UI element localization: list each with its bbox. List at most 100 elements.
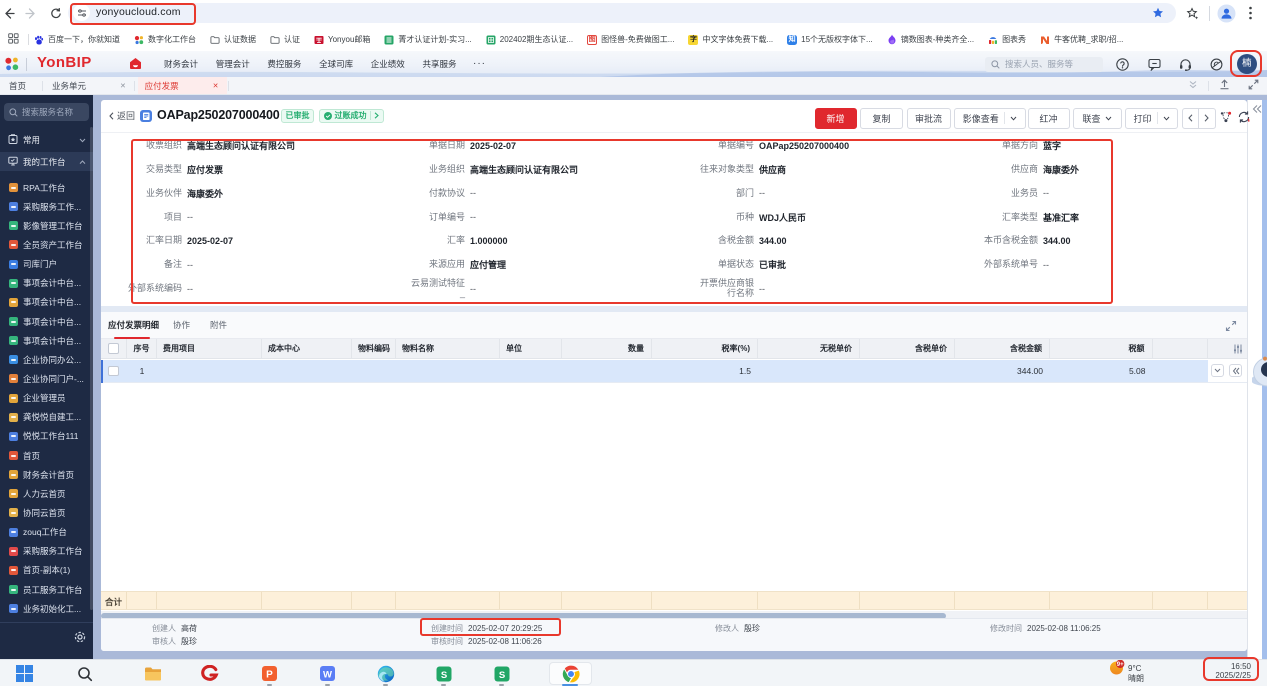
add-button[interactable]: 新增 [814, 108, 857, 129]
gear-icon[interactable] [74, 630, 86, 648]
edge-icon[interactable] [376, 664, 395, 683]
col-cost-center[interactable]: 成本中心 [262, 339, 352, 358]
start-button-icon[interactable] [15, 664, 34, 683]
bookmark-item[interactable]: 菁才认证计划-实习... [384, 34, 472, 45]
file-explorer-icon[interactable] [143, 664, 162, 683]
sidebar-item[interactable]: 采购服务工作台 [0, 542, 93, 561]
col-expense-item[interactable]: 费用项目 [157, 339, 262, 358]
back-icon[interactable] [3, 7, 15, 20]
sidebar-item[interactable]: 企业协同办公... [0, 350, 93, 369]
next-record-button[interactable] [1198, 108, 1216, 129]
sidebar-item[interactable]: 业务初始化工... [0, 599, 93, 618]
nav-item[interactable]: 费控服务 [267, 58, 319, 70]
weather-icon[interactable]: 9+ [1106, 659, 1128, 686]
share-up-icon[interactable] [1219, 77, 1230, 95]
sidebar-section-my-workbench[interactable]: 我的工作台 [0, 152, 93, 171]
col-tax-rate[interactable]: 税率(%) [652, 339, 758, 358]
back-link[interactable]: 返回 [109, 109, 135, 122]
sidebar-item[interactable]: 首页-副本(1) [0, 561, 93, 580]
forward-icon[interactable] [25, 7, 37, 20]
sidebar-search[interactable]: 搜索服务名称 [4, 103, 89, 121]
message-icon[interactable] [1147, 58, 1161, 76]
expand-icon[interactable] [1248, 77, 1259, 95]
red-flush-button[interactable]: 红冲 [1027, 108, 1070, 129]
app-g-icon[interactable] [200, 664, 219, 683]
sidebar-item[interactable]: 事项会计中台... [0, 312, 93, 331]
nav-item[interactable]: 全球司库 [319, 58, 371, 70]
col-seq[interactable]: 序号 [127, 339, 157, 358]
nav-item[interactable]: 企业绩效 [371, 58, 423, 70]
bookmark-item[interactable]: 图表秀 [988, 34, 1026, 45]
tab-attachment[interactable]: 附件 [210, 319, 227, 331]
col-price-no-tax[interactable]: 无税单价 [758, 339, 860, 358]
app-s1-icon[interactable]: S [434, 664, 453, 683]
col-unit[interactable]: 单位 [500, 339, 562, 358]
sidebar-item[interactable]: 首页 [0, 446, 93, 465]
bookmark-item[interactable]: 百度一下，你就知道 [34, 34, 120, 45]
apps-grid-icon[interactable] [8, 31, 19, 49]
col-material-name[interactable]: 物料名称 [396, 339, 500, 358]
tab-business-unit[interactable]: 业务单元 ✕ [43, 77, 134, 94]
copy-button[interactable]: 复制 [860, 108, 903, 129]
nav-more-dots[interactable]: ··· [473, 58, 486, 69]
sidebar-item[interactable]: 事项会计中台... [0, 331, 93, 350]
sidebar-section-common[interactable]: 常用 [0, 130, 93, 149]
select-all-checkbox[interactable] [108, 343, 119, 354]
image-view-button[interactable]: 影像查看 [954, 108, 1026, 129]
nav-item[interactable]: 管理会计 [216, 58, 268, 70]
row-checkbox[interactable] [108, 365, 119, 376]
sidebar-item[interactable]: 龚悦悦自建工... [0, 408, 93, 427]
bookmark-star-icon[interactable] [1152, 7, 1164, 19]
tabs-collapse-chevrons-icon[interactable] [1188, 77, 1198, 95]
guide-compass-icon[interactable] [1210, 58, 1223, 76]
sidebar-item[interactable]: 全员资产工作台 [0, 235, 93, 254]
browser-menu-icon[interactable] [1248, 5, 1253, 21]
yonbip-logo-icon[interactable] [4, 56, 20, 77]
bookmark-item[interactable]: 202402期生态认证... [486, 34, 573, 45]
sidebar-item[interactable]: 事项会计中台... [0, 293, 93, 312]
chrome-icon[interactable] [561, 664, 580, 683]
sidebar-item[interactable]: 人力云首页 [0, 484, 93, 503]
app-s2-icon[interactable]: S [492, 664, 511, 683]
taskbar-search-icon[interactable] [75, 664, 94, 683]
bookmark-item[interactable]: 图 图怪兽-免费做图工... [587, 34, 674, 45]
assistant-floating-ball[interactable] [1251, 356, 1267, 390]
bookmark-item[interactable]: 牛客优聘_求职/招... [1040, 34, 1123, 45]
header-search[interactable]: 搜索人员、服务等 [985, 57, 1103, 72]
sidebar-item[interactable]: 事项会计中台... [0, 274, 93, 293]
sidebar-item[interactable]: 财务会计首页 [0, 465, 93, 484]
wps-writer-icon[interactable]: W [318, 664, 337, 683]
collapse-left-icon[interactable] [1252, 104, 1262, 114]
tab-home[interactable]: 首页 [0, 77, 42, 94]
home-icon[interactable] [129, 57, 142, 75]
approval-flow-button[interactable]: 审批流 [906, 108, 951, 129]
bookmark-item[interactable]: 认证数据 [210, 34, 256, 45]
nav-item[interactable]: 财务会计 [164, 58, 216, 70]
headset-icon[interactable] [1179, 58, 1192, 76]
sidebar-item[interactable]: 员工服务工作台 [0, 580, 93, 599]
sidebar-scrollbar[interactable] [90, 127, 93, 610]
approval-network-icon[interactable] [1219, 110, 1233, 129]
tab-payable-invoice[interactable]: 应付发票 ✕ [137, 77, 228, 94]
col-tax-amount[interactable]: 税额 [1050, 339, 1153, 358]
nav-item[interactable]: 共享服务 [422, 58, 474, 70]
sidebar-item[interactable]: RPA工作台 [0, 178, 93, 197]
sidebar-item[interactable]: 司库门户 [0, 255, 93, 274]
profile-avatar-icon[interactable] [1217, 4, 1236, 23]
post-status-badge[interactable]: 过账成功 [318, 109, 384, 123]
row-collapse-button[interactable] [1229, 364, 1242, 378]
reload-icon[interactable] [50, 7, 62, 20]
tab-invoice-detail[interactable]: 应付发票明细 [108, 319, 159, 331]
link-query-button[interactable]: 联查 [1072, 108, 1122, 129]
sidebar-item[interactable]: 悦悦工作台111 [0, 427, 93, 446]
bookmark-item[interactable]: 数字化工作台 [134, 34, 196, 45]
row-expand-button[interactable] [1211, 364, 1224, 378]
col-amount-with-tax[interactable]: 含税金额 [955, 339, 1050, 358]
help-icon[interactable] [1116, 57, 1129, 76]
col-material-code[interactable]: 物料编码 [352, 339, 396, 358]
col-quantity[interactable]: 数量 [562, 339, 652, 358]
sidebar-item[interactable]: 协同云首页 [0, 503, 93, 522]
sidebar-item[interactable]: 企业管理员 [0, 389, 93, 408]
extension-sparkle-icon[interactable] [1186, 7, 1199, 20]
col-price-with-tax[interactable]: 含税单价 [860, 339, 955, 358]
